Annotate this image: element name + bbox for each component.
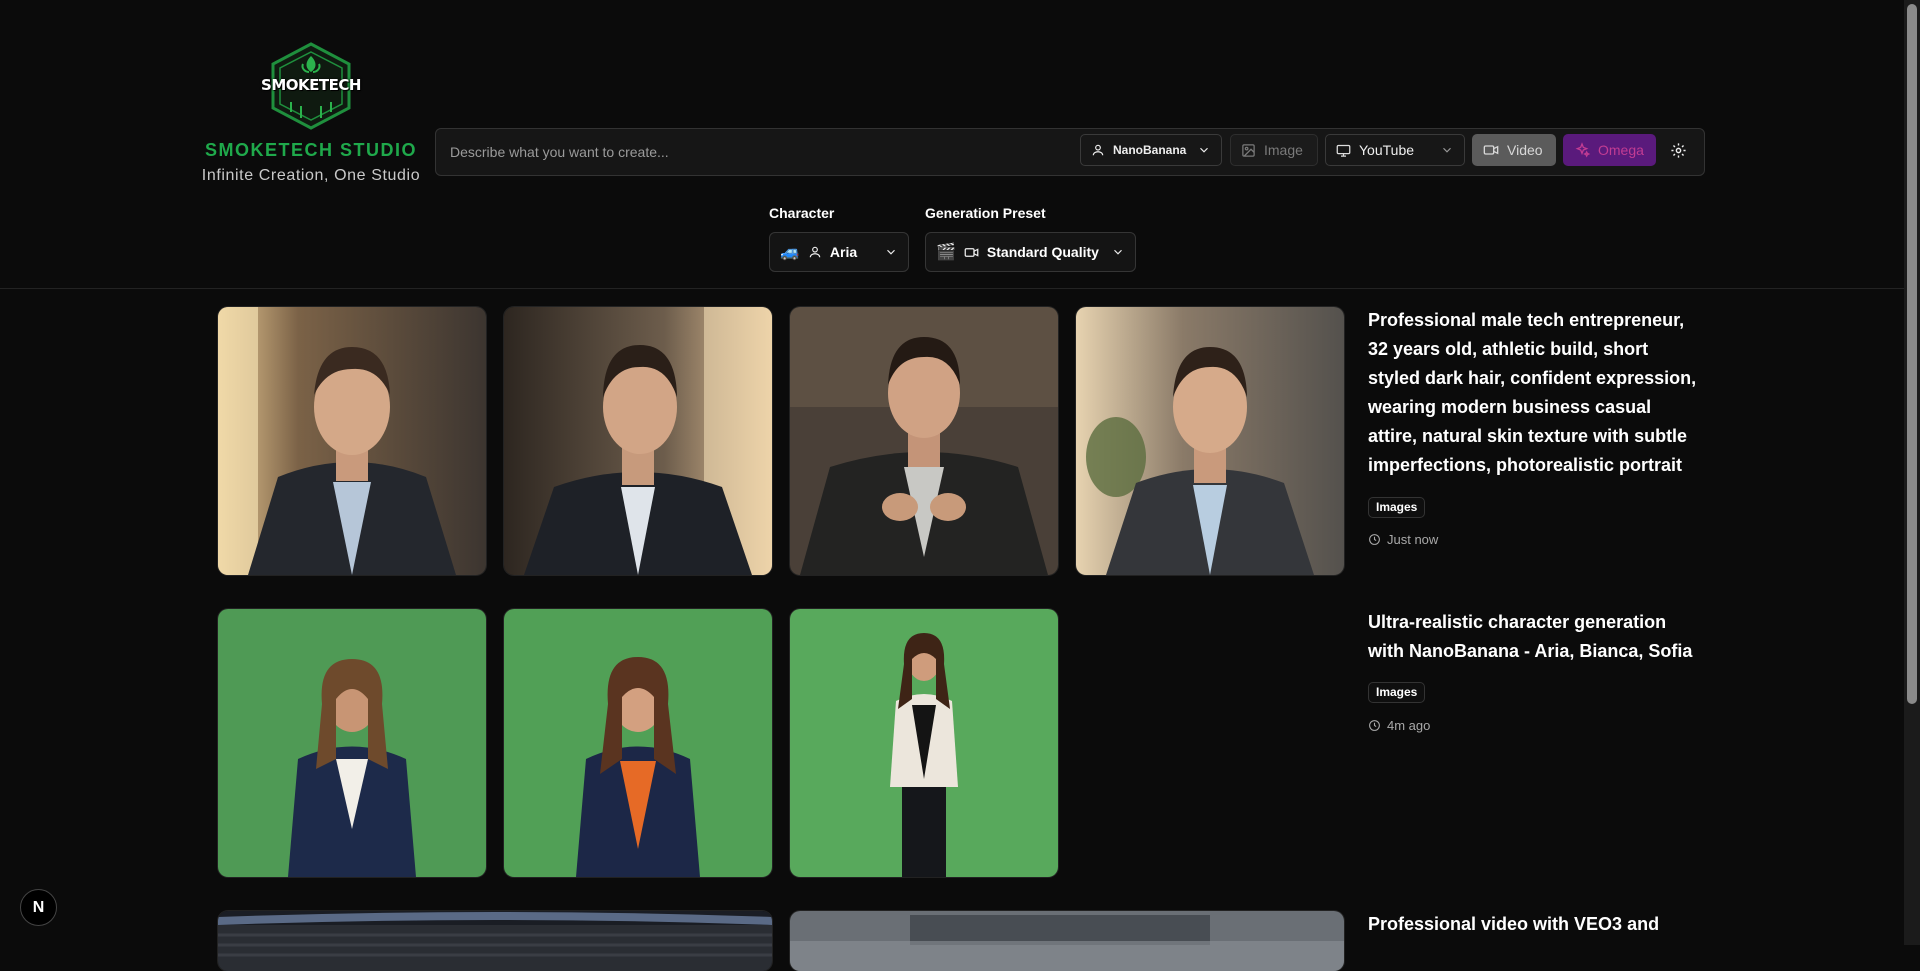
feed-item-time-text: Just now bbox=[1387, 532, 1439, 547]
generated-image-5[interactable] bbox=[218, 609, 486, 877]
dev-tools-badge[interactable]: N bbox=[20, 889, 57, 926]
generated-video-2[interactable] bbox=[790, 911, 1344, 971]
generated-image-6[interactable] bbox=[504, 609, 772, 877]
character-select[interactable]: 🚙 Aria bbox=[769, 232, 909, 272]
chevron-down-icon bbox=[1111, 245, 1125, 259]
feed-item-tag: Images bbox=[1368, 497, 1426, 518]
platform-select[interactable]: YouTube bbox=[1325, 134, 1465, 166]
brand-block: SMOKETECH SMOKETECH STUDIO Infinite Crea… bbox=[196, 42, 426, 185]
preset-select[interactable]: 🎬 Standard Quality bbox=[925, 232, 1136, 272]
generated-image-7[interactable] bbox=[790, 609, 1058, 877]
clock-icon bbox=[1369, 534, 1380, 545]
video-camera-icon bbox=[1483, 145, 1499, 155]
feed-item-title: Professional male tech entrepreneur, 32 … bbox=[1368, 310, 1697, 475]
video-mode-button[interactable]: Video bbox=[1472, 134, 1556, 166]
image-mode-label: Image bbox=[1264, 142, 1303, 158]
image-mode-button[interactable]: Image bbox=[1230, 134, 1318, 166]
gear-icon bbox=[1671, 142, 1686, 158]
scrollbar-thumb[interactable] bbox=[1907, 4, 1917, 704]
user-icon bbox=[808, 245, 822, 259]
omega-mode-label: Omega bbox=[1598, 142, 1644, 158]
model-select[interactable]: NanoBanana bbox=[1080, 134, 1222, 166]
smoketech-logo[interactable]: SMOKETECH bbox=[261, 42, 361, 130]
video-mode-label: Video bbox=[1507, 142, 1543, 158]
prompt-bar: NanoBanana Image YouTube Video Omega bbox=[435, 128, 1705, 176]
page-scrollbar[interactable] bbox=[1904, 0, 1920, 945]
video-camera-icon bbox=[964, 245, 979, 260]
image-icon bbox=[1242, 143, 1255, 157]
generated-image-4[interactable] bbox=[1076, 307, 1344, 575]
preset-emoji: 🎬 bbox=[936, 244, 956, 261]
logo-wordmark: SMOKETECH bbox=[261, 76, 361, 94]
feed-item-title: Ultra-realistic character generation wit… bbox=[1368, 612, 1693, 661]
settings-button[interactable] bbox=[1664, 134, 1694, 166]
character-emoji: 🚙 bbox=[780, 244, 800, 261]
prompt-input[interactable] bbox=[448, 139, 1052, 165]
clock-icon bbox=[1369, 720, 1380, 731]
feed-item-time: Just now bbox=[1368, 532, 1438, 547]
preset-value: Standard Quality bbox=[986, 244, 1099, 260]
brand-subtitle: Infinite Creation, One Studio bbox=[201, 167, 421, 184]
platform-select-label: YouTube bbox=[1359, 142, 1415, 158]
sparkles-icon bbox=[1575, 142, 1590, 158]
character-value: Aria bbox=[829, 244, 858, 260]
feed-item-title: Professional video with VEO3 and bbox=[1368, 914, 1660, 934]
character-label: Character bbox=[769, 205, 835, 221]
chevron-down-icon bbox=[1443, 147, 1451, 153]
dev-tools-badge-letter: N bbox=[32, 898, 45, 916]
model-select-label: NanoBanana bbox=[1113, 143, 1187, 157]
generated-image-3[interactable] bbox=[790, 307, 1058, 575]
feed-item-time: 4m ago bbox=[1368, 718, 1430, 733]
app-header: SMOKETECH SMOKETECH STUDIO Infinite Crea… bbox=[0, 0, 1904, 289]
chevron-down-icon bbox=[884, 245, 898, 259]
preset-label: Generation Preset bbox=[925, 205, 1046, 221]
generated-image-1[interactable] bbox=[218, 307, 486, 575]
feed-item-tag: Images bbox=[1368, 682, 1426, 703]
generated-image-2[interactable] bbox=[504, 307, 772, 575]
user-icon bbox=[1092, 144, 1104, 156]
generated-video-1[interactable] bbox=[218, 911, 772, 971]
chevron-down-icon bbox=[1200, 147, 1208, 153]
monitor-icon bbox=[1336, 144, 1351, 157]
brand-title: SMOKETECH STUDIO bbox=[204, 140, 417, 160]
feed-item-time-text: 4m ago bbox=[1387, 718, 1431, 733]
omega-mode-button[interactable]: Omega bbox=[1563, 134, 1656, 166]
